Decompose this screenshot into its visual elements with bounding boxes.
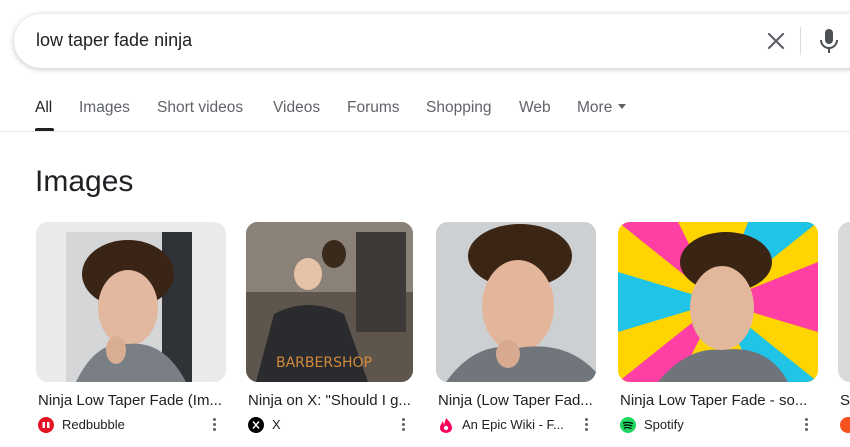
image-result-card: Ninja (Low Taper Fad... An Epic Wiki - F… xyxy=(436,222,596,433)
image-result-source[interactable] xyxy=(840,416,850,434)
image-result-card: S xyxy=(838,222,850,447)
tab-more-label: More xyxy=(577,99,613,116)
spotify-icon xyxy=(620,417,636,433)
image-result-card: Ninja Low Taper Fade (Im... Redbubble xyxy=(36,222,226,433)
image-result-source[interactable]: An Epic Wiki - F... xyxy=(438,416,596,434)
image-result-thumbnail[interactable] xyxy=(838,222,850,382)
clear-search-button[interactable] xyxy=(764,29,788,53)
tab-all[interactable]: All xyxy=(35,99,52,117)
caret-down-icon xyxy=(618,104,627,110)
source-name: An Epic Wiki - F... xyxy=(462,417,564,432)
image-result-title[interactable]: S xyxy=(840,392,850,409)
image-result-thumbnail[interactable] xyxy=(436,222,596,382)
image-result-thumbnail[interactable]: BARBERSHOP xyxy=(246,222,413,382)
portrait-image xyxy=(66,232,192,382)
image-result-source[interactable]: Redbubble xyxy=(38,416,224,434)
tab-short-videos[interactable]: Short videos xyxy=(157,99,243,117)
image-result-title[interactable]: Ninja on X: "Should I g... xyxy=(248,392,413,409)
image-result-thumbnail[interactable] xyxy=(36,222,226,382)
tab-shopping[interactable]: Shopping xyxy=(426,99,492,117)
image-result-card: BARBERSHOP Ninja on X: "Should I g... X xyxy=(246,222,413,433)
x-icon xyxy=(248,417,264,433)
voice-search-button[interactable] xyxy=(817,27,841,55)
redbubble-icon xyxy=(38,417,54,433)
partial-source-icon xyxy=(840,417,850,433)
source-name: X xyxy=(272,417,281,432)
spiral-portrait-image xyxy=(618,222,818,382)
close-icon xyxy=(767,32,785,50)
more-options-icon[interactable] xyxy=(208,416,220,434)
image-result-title[interactable]: Ninja Low Taper Fade - so... xyxy=(620,392,816,409)
tab-images[interactable]: Images xyxy=(79,99,130,117)
search-tabs: All Images Short videos Videos Forums Sh… xyxy=(0,96,850,132)
source-name: Redbubble xyxy=(62,417,125,432)
microphone-icon xyxy=(820,29,838,53)
more-options-icon[interactable] xyxy=(397,416,409,434)
search-bar-divider xyxy=(800,27,801,55)
image-result-title[interactable]: Ninja Low Taper Fade (Im... xyxy=(38,392,224,409)
tab-web[interactable]: Web xyxy=(519,99,551,117)
tab-videos[interactable]: Videos xyxy=(273,99,320,117)
image-result-source[interactable]: Spotify xyxy=(620,416,816,434)
image-result-card: Ninja Low Taper Fade - so... Spotify xyxy=(618,222,818,433)
images-section-title: Images xyxy=(35,165,134,198)
image-result-title[interactable]: Ninja (Low Taper Fad... xyxy=(438,392,596,409)
search-input[interactable]: low taper fade ninja xyxy=(36,30,192,51)
portrait-image xyxy=(436,222,596,382)
more-options-icon[interactable] xyxy=(580,416,592,434)
source-name: Spotify xyxy=(644,417,684,432)
image-result-thumbnail[interactable] xyxy=(618,222,818,382)
tabs-divider xyxy=(0,131,850,132)
barbershop-image: BARBERSHOP xyxy=(246,222,413,382)
fandom-icon xyxy=(440,418,452,433)
search-bar[interactable]: low taper fade ninja xyxy=(14,14,850,68)
image-result-source[interactable]: X xyxy=(248,416,413,434)
svg-text:BARBERSHOP: BARBERSHOP xyxy=(276,355,372,371)
tab-more[interactable]: More xyxy=(577,99,627,117)
more-options-icon[interactable] xyxy=(800,416,812,434)
tab-forums[interactable]: Forums xyxy=(347,99,400,117)
